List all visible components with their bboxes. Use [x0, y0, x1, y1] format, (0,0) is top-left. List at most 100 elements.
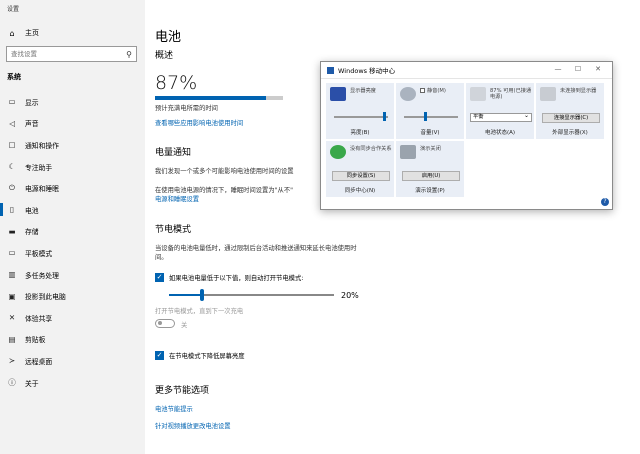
power-sleep-link[interactable]: 电源和睡眠设置: [155, 194, 199, 203]
sidebar-item-remote[interactable]: ≻ 远程桌面: [0, 350, 145, 372]
tile-footer: 音量(V): [396, 128, 464, 136]
auto-saver-label: 如果电池电量低于以下值，则自动打开节电模式:: [169, 273, 303, 282]
maximize-icon[interactable]: ☐: [568, 65, 588, 73]
presentation-tile: 演示关闭 启用(U) 演示设置(P): [395, 140, 465, 198]
sidebar-item-label: 显示: [25, 97, 39, 107]
sidebar-item-project[interactable]: ▣ 投影到此电脑: [0, 285, 145, 307]
mute-checkbox-row[interactable]: 静音(M): [420, 88, 464, 94]
share-icon: ✕: [7, 313, 17, 322]
sidebar-item-power[interactable]: ⏻电源和睡眠: [0, 177, 145, 199]
sidebar-item-label: 关于: [25, 378, 39, 388]
section-label: 系统: [7, 72, 21, 82]
volume-slider-thumb[interactable]: [424, 112, 427, 121]
sync-settings-button[interactable]: 同步设置(S): [332, 171, 390, 181]
charge-estimate: 预计充满电所需的时间: [155, 103, 218, 112]
monitor-icon: ▭: [7, 97, 17, 106]
mobility-title-bar: Windows 移动中心 — ☐ ✕: [321, 62, 612, 79]
notification-icon: ▢: [7, 140, 17, 149]
checkmark-icon[interactable]: ✓: [155, 351, 164, 360]
sidebar-item-storage[interactable]: ▬ 存储: [0, 221, 145, 243]
battery-tile: 87% 可用(已接通电源) 平衡 电池状态(A): [465, 82, 535, 140]
sidebar-item-display[interactable]: ▭ 显示: [0, 91, 145, 113]
tile-text: 演示关闭: [420, 146, 464, 152]
sidebar-item-tablet[interactable]: ▭平板模式: [0, 242, 145, 264]
close-icon[interactable]: ✕: [588, 65, 608, 73]
tile-footer: 演示设置(P): [396, 186, 464, 194]
sidebar-item-label: 专注助手: [25, 162, 52, 172]
toggle-knob: [158, 321, 162, 325]
settings-sidebar: 设置 ⌂ 主页 ⚲ 系统 ▭ 显示 ◁声音 ▢ 通知和操作 ☾ 专注助手 ⏻电源和睡眠…: [0, 0, 145, 454]
brightness-slider[interactable]: [334, 116, 388, 118]
sidebar-item-label: 通知和操作: [25, 140, 59, 150]
sidebar-item-label: 投影到此电脑: [25, 291, 66, 301]
threshold-slider[interactable]: [169, 294, 334, 296]
threshold-slider-thumb[interactable]: [200, 289, 204, 301]
search-input[interactable]: [11, 50, 122, 58]
saver-heading: 节电模式: [155, 222, 191, 235]
auto-saver-checkbox-row[interactable]: ✓ 如果电池电量低于以下值，则自动打开节电模式:: [155, 273, 303, 282]
remote-desktop-icon: ≻: [7, 356, 17, 365]
threshold-value: 20%: [341, 291, 359, 300]
info-icon: ⓘ: [7, 377, 17, 388]
enable-presentation-button[interactable]: 启用(U): [402, 171, 460, 181]
app-impact-link[interactable]: 查看哪些应用影响电池使用时间: [155, 118, 243, 127]
notification-heading: 电量通知: [155, 145, 191, 158]
battery-level-bar: [155, 96, 283, 100]
battery-tips-link[interactable]: 电池节能提示: [155, 404, 193, 413]
storage-icon: ▬: [7, 227, 17, 236]
search-icon[interactable]: ⚲: [122, 50, 136, 59]
search-box[interactable]: ⚲: [6, 46, 137, 62]
window-title: 设置: [7, 4, 19, 13]
notification-line2: 在使用电池电源的情况下，睡眠时间设置为"从不": [155, 185, 293, 194]
sync-icon: [330, 145, 346, 159]
sidebar-item-about[interactable]: ⓘ 关于: [0, 372, 145, 394]
sidebar-item-notifications[interactable]: ▢ 通知和操作: [0, 134, 145, 156]
sidebar-item-sound[interactable]: ◁声音: [0, 113, 145, 135]
tile-footer: 外部显示器(X): [536, 128, 604, 136]
project-icon: ▣: [7, 292, 17, 301]
brightness-slider-thumb[interactable]: [383, 112, 386, 121]
external-monitor-icon: [540, 87, 556, 101]
saver-desc1: 当设备的电池电量低时，通过限制后台活动和推送通知来延长电池使用时: [155, 243, 357, 252]
sidebar-item-label: 远程桌面: [25, 356, 52, 366]
multitask-icon: ▥: [7, 270, 17, 279]
sidebar-nav: ▭ 显示 ◁声音 ▢ 通知和操作 ☾ 专注助手 ⏻电源和睡眠 ▯电池 ▬ 存储 ▭平板模…: [0, 91, 145, 393]
projector-icon: [400, 145, 416, 159]
clipboard-icon: ▤: [7, 335, 17, 344]
until-charge-label: 打开节电模式，直到下一次充电: [155, 306, 243, 315]
tile-footer: 电池状态(A): [466, 128, 534, 136]
tile-footer: 亮度(B): [326, 128, 394, 136]
battery-level-fill: [155, 96, 266, 100]
tile-text: 没有同步合作关系: [350, 146, 394, 152]
battery-percent: 87%: [155, 72, 197, 94]
sidebar-item-focus[interactable]: ☾ 专注助手: [0, 156, 145, 178]
video-battery-link[interactable]: 针对视频播放更改电池设置: [155, 421, 231, 430]
help-icon[interactable]: ?: [601, 198, 609, 206]
sidebar-item-label: 电池: [25, 205, 39, 215]
sidebar-item-battery[interactable]: ▯电池: [0, 199, 145, 221]
power-plan-select[interactable]: 平衡: [470, 113, 532, 122]
speaker-icon: ◁: [7, 119, 17, 128]
sidebar-item-clipboard[interactable]: ▤剪贴板: [0, 329, 145, 351]
volume-slider[interactable]: [404, 116, 458, 118]
external-display-tile: 未连接到显示器 连接显示器(C) 外部显示器(X): [535, 82, 605, 140]
tile-text: 87% 可用(已接通电源): [490, 88, 534, 100]
minimize-icon[interactable]: —: [548, 65, 568, 73]
connect-display-button[interactable]: 连接显示器(C): [542, 113, 600, 123]
mobility-title: Windows 移动中心: [338, 65, 395, 75]
home-nav-item[interactable]: ⌂ 主页: [7, 28, 39, 38]
mobility-app-icon: [327, 67, 334, 74]
mute-checkbox[interactable]: [420, 88, 425, 93]
sidebar-item-label: 多任务处理: [25, 270, 59, 280]
moon-icon: ☾: [7, 162, 17, 171]
toggle-state: 关: [181, 320, 187, 329]
sidebar-item-multitask[interactable]: ▥ 多任务处理: [0, 264, 145, 286]
checkmark-icon[interactable]: ✓: [155, 273, 164, 282]
dim-screen-checkbox-row[interactable]: ✓ 在节电模式下降低屏幕亮度: [155, 351, 245, 360]
saver-desc2: 间。: [155, 252, 168, 261]
sidebar-item-share[interactable]: ✕体验共享: [0, 307, 145, 329]
saver-toggle[interactable]: [155, 319, 175, 328]
tile-text: 未连接到显示器: [560, 88, 604, 94]
notification-line1: 我们发现一个或多个可能影响电池使用时间的设置: [155, 166, 294, 175]
sidebar-item-label: 存储: [25, 226, 39, 236]
